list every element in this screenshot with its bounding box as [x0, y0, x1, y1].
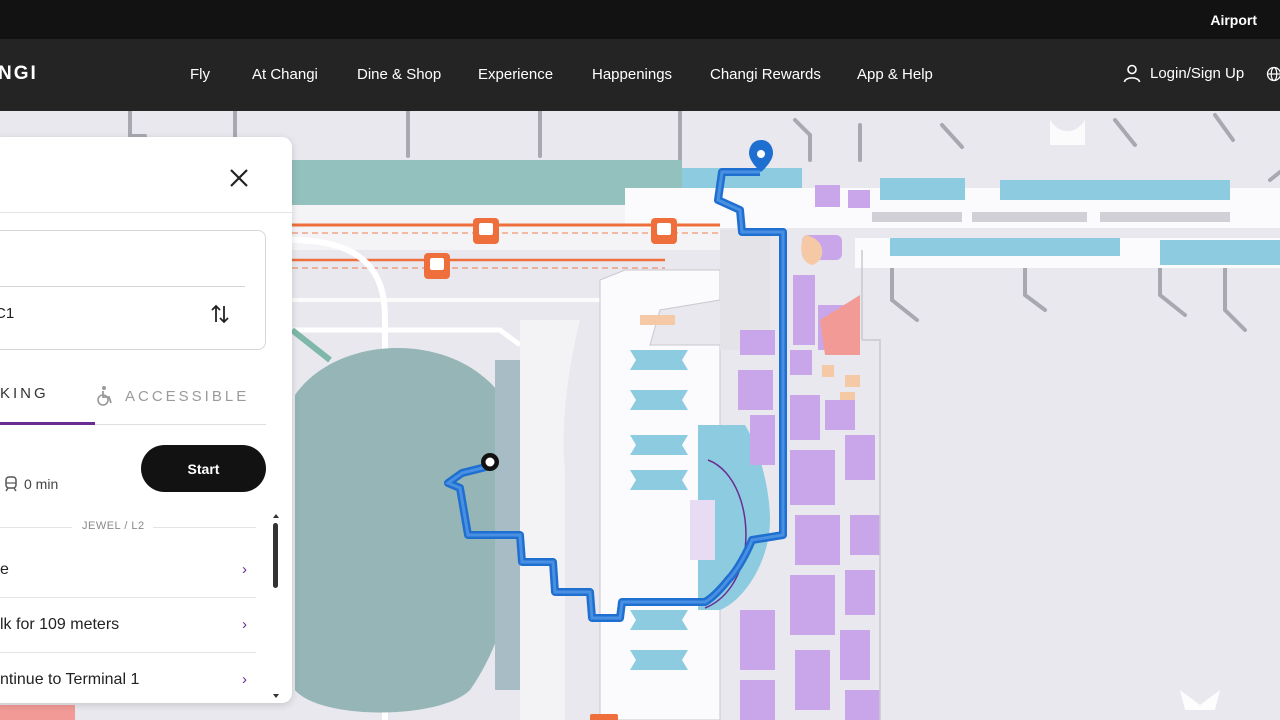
route-inputs: C1: [0, 230, 266, 350]
close-icon[interactable]: [226, 165, 252, 191]
nav-at-changi[interactable]: At Changi: [252, 66, 318, 83]
nav-app-help[interactable]: App & Help: [857, 66, 933, 83]
destination-field[interactable]: C1: [0, 305, 14, 322]
tab-accessible-label: ACCESSIBLE: [125, 387, 250, 405]
train-icon: [5, 476, 17, 492]
top-strip: Airport: [0, 0, 1280, 39]
direction-step-text: ntinue to Terminal 1: [0, 671, 140, 688]
chevron-right-icon: ›: [242, 616, 247, 633]
direction-step[interactable]: ntinue to Terminal 1 ›: [0, 653, 256, 703]
globe-icon[interactable]: [1266, 66, 1280, 82]
nav-happenings[interactable]: Happenings: [592, 66, 672, 83]
origin-marker-icon: [481, 453, 499, 471]
direction-step-text: lk for 109 meters: [0, 616, 120, 633]
tab-accessible[interactable]: ACCESSIBLE: [95, 385, 249, 407]
main-navbar: NGI Fly At Changi Dine & Shop Experience…: [0, 39, 1280, 111]
section-line-right: [153, 527, 256, 528]
user-icon: [1123, 64, 1141, 83]
travel-time: 0 min: [4, 476, 58, 492]
direction-step[interactable]: lk for 109 meters ›: [0, 598, 256, 653]
route-inputs-divider: [0, 286, 245, 287]
chevron-right-icon: ›: [242, 561, 247, 578]
wheelchair-icon: [97, 386, 112, 406]
login-signup-button[interactable]: Login/Sign Up: [1122, 63, 1244, 83]
scroll-up-icon[interactable]: [271, 512, 281, 520]
nav-experience[interactable]: Experience: [478, 66, 553, 83]
section-label: JEWEL / L2: [82, 520, 145, 532]
start-navigation-button[interactable]: Start: [141, 445, 266, 492]
changi-logo[interactable]: NGI: [0, 63, 38, 85]
chevron-right-icon: ›: [242, 671, 247, 688]
nav-dine-shop[interactable]: Dine & Shop: [357, 66, 441, 83]
nav-fly[interactable]: Fly: [190, 66, 210, 83]
panel-header-divider: [0, 212, 292, 213]
section-header: JEWEL / L2: [0, 520, 266, 536]
section-line-left: [0, 527, 72, 528]
direction-step-text: e: [0, 561, 9, 578]
scroll-down-icon[interactable]: [271, 692, 281, 700]
login-label: Login/Sign Up: [1150, 64, 1245, 82]
tab-active-indicator: [0, 422, 95, 425]
nav-changi-rewards[interactable]: Changi Rewards: [710, 66, 821, 83]
duration-text: 0 min: [24, 476, 59, 492]
swap-direction-icon[interactable]: [209, 303, 231, 325]
direction-step[interactable]: e ›: [0, 543, 256, 598]
directions-panel: C1 KING ACCESSIBLE 0 min Start JEWEL / L…: [0, 137, 292, 703]
scrollbar-thumb[interactable]: [273, 523, 278, 588]
airport-link[interactable]: Airport: [1210, 12, 1257, 28]
tab-walking[interactable]: KING: [0, 385, 49, 402]
